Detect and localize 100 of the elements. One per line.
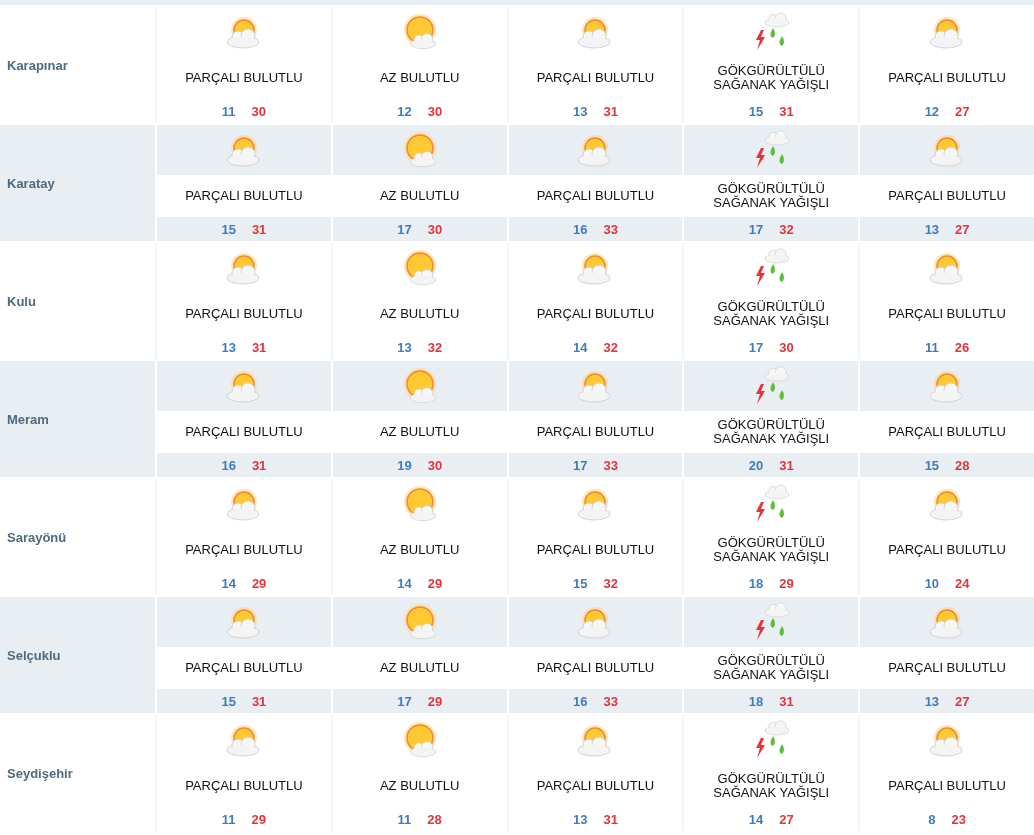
district-name: Seydişehir xyxy=(7,765,73,781)
high-temperature: 29 xyxy=(251,811,266,827)
weather-condition: PARÇALI BULUTLU xyxy=(185,661,303,675)
low-temperature: 10 xyxy=(924,575,940,591)
low-temperature: 17 xyxy=(397,221,412,237)
low-temperature: 17 xyxy=(397,693,412,709)
weather-condition: AZ BULUTLU xyxy=(379,779,460,793)
high-temperature: 31 xyxy=(603,103,618,119)
high-temperature: 27 xyxy=(955,221,970,237)
high-temperature: 30 xyxy=(779,339,794,355)
low-temperature: 16 xyxy=(221,457,236,473)
high-temperature: 29 xyxy=(427,575,443,591)
low-temperature: 15 xyxy=(221,221,236,237)
high-temperature: 27 xyxy=(779,811,794,827)
district-name: Selçuklu xyxy=(7,647,61,663)
high-temperature: 27 xyxy=(955,103,970,119)
high-temperature: 30 xyxy=(427,103,443,119)
high-temperature: 32 xyxy=(779,221,794,237)
high-temperature: 31 xyxy=(779,103,794,119)
weather-condition: PARÇALI BULUTLU xyxy=(888,543,1006,557)
weather-condition: PARÇALI BULUTLU xyxy=(888,71,1006,85)
weather-condition: PARÇALI BULUTLU xyxy=(888,661,1006,675)
high-temperature: 32 xyxy=(427,339,443,355)
high-temperature: 24 xyxy=(955,575,970,591)
weather-condition: GÖKGÜRÜLTÜLÜ SAĞANAK YAĞIŞLI xyxy=(712,418,831,446)
weather-condition: PARÇALI BULUTLU xyxy=(185,425,303,439)
high-temperature: 29 xyxy=(779,575,794,591)
high-temperature: 29 xyxy=(427,693,443,709)
high-temperature: 31 xyxy=(251,221,267,237)
weather-condition: GÖKGÜRÜLTÜLÜ SAĞANAK YAĞIŞLI xyxy=(712,182,831,210)
high-temperature: 30 xyxy=(427,457,443,473)
weather-condition: AZ BULUTLU xyxy=(379,189,460,203)
weather-condition: PARÇALI BULUTLU xyxy=(185,307,303,321)
weather-condition: AZ BULUTLU xyxy=(379,661,460,675)
high-temperature: 28 xyxy=(955,457,970,473)
high-temperature: 32 xyxy=(603,339,618,355)
low-temperature: 18 xyxy=(748,575,764,591)
high-temperature: 23 xyxy=(951,811,966,827)
low-temperature: 16 xyxy=(573,221,588,237)
weather-condition: AZ BULUTLU xyxy=(379,307,460,321)
weather-condition: PARÇALI BULUTLU xyxy=(536,307,655,321)
high-temperature: 30 xyxy=(427,221,443,237)
low-temperature: 14 xyxy=(397,575,412,591)
weather-condition: AZ BULUTLU xyxy=(379,543,460,557)
low-temperature: 11 xyxy=(221,811,236,827)
low-temperature: 8 xyxy=(928,811,936,827)
low-temperature: 14 xyxy=(221,575,236,591)
district-name: Karapınar xyxy=(7,57,68,73)
district-name: Kulu xyxy=(7,293,36,309)
low-temperature: 12 xyxy=(924,103,940,119)
weather-condition: PARÇALI BULUTLU xyxy=(185,189,303,203)
weather-condition: PARÇALI BULUTLU xyxy=(888,779,1006,793)
low-temperature: 13 xyxy=(924,693,940,709)
weather-condition: PARÇALI BULUTLU xyxy=(185,543,303,557)
low-temperature: 17 xyxy=(748,339,764,355)
high-temperature: 28 xyxy=(427,811,442,827)
high-temperature: 32 xyxy=(603,575,618,591)
low-temperature: 12 xyxy=(397,103,412,119)
low-temperature: 15 xyxy=(748,103,764,119)
low-temperature: 20 xyxy=(748,457,764,473)
weather-condition: PARÇALI BULUTLU xyxy=(536,71,655,85)
weather-condition: PARÇALI BULUTLU xyxy=(536,189,655,203)
high-temperature: 31 xyxy=(251,339,267,355)
weather-condition: PARÇALI BULUTLU xyxy=(536,661,655,675)
low-temperature: 17 xyxy=(748,221,764,237)
low-temperature: 15 xyxy=(924,457,940,473)
low-temperature: 15 xyxy=(573,575,588,591)
low-temperature: 13 xyxy=(924,221,940,237)
high-temperature: 26 xyxy=(954,339,970,355)
low-temperature: 11 xyxy=(221,103,236,119)
low-temperature: 11 xyxy=(397,811,412,827)
district-name: Meram xyxy=(7,411,49,427)
district-name: Karatay xyxy=(7,175,55,191)
weather-condition: PARÇALI BULUTLU xyxy=(888,189,1006,203)
weather-condition: GÖKGÜRÜLTÜLÜ SAĞANAK YAĞIŞLI xyxy=(712,300,831,328)
weather-condition: GÖKGÜRÜLTÜLÜ SAĞANAK YAĞIŞLI xyxy=(712,64,831,92)
weather-condition: PARÇALI BULUTLU xyxy=(888,307,1006,321)
high-temperature: 33 xyxy=(603,457,618,473)
low-temperature: 17 xyxy=(573,457,588,473)
high-temperature: 30 xyxy=(251,103,266,119)
weather-condition: GÖKGÜRÜLTÜLÜ SAĞANAK YAĞIŞLI xyxy=(712,772,831,800)
low-temperature: 19 xyxy=(397,457,412,473)
district-name: Sarayönü xyxy=(7,529,67,545)
high-temperature: 33 xyxy=(603,693,618,709)
high-temperature: 31 xyxy=(251,457,267,473)
low-temperature: 13 xyxy=(573,811,588,827)
weather-condition: AZ BULUTLU xyxy=(379,425,460,439)
high-temperature: 31 xyxy=(251,693,267,709)
low-temperature: 13 xyxy=(573,103,588,119)
weather-condition: PARÇALI BULUTLU xyxy=(185,779,303,793)
weather-condition: PARÇALI BULUTLU xyxy=(536,543,655,557)
high-temperature: 33 xyxy=(603,221,618,237)
high-temperature: 31 xyxy=(603,811,618,827)
low-temperature: 16 xyxy=(573,693,588,709)
high-temperature: 31 xyxy=(779,457,794,473)
weather-condition: GÖKGÜRÜLTÜLÜ SAĞANAK YAĞIŞLI xyxy=(712,536,831,564)
high-temperature: 31 xyxy=(779,693,794,709)
weather-condition: GÖKGÜRÜLTÜLÜ SAĞANAK YAĞIŞLI xyxy=(712,654,831,682)
weather-condition: PARÇALI BULUTLU xyxy=(536,425,655,439)
low-temperature: 13 xyxy=(397,339,412,355)
